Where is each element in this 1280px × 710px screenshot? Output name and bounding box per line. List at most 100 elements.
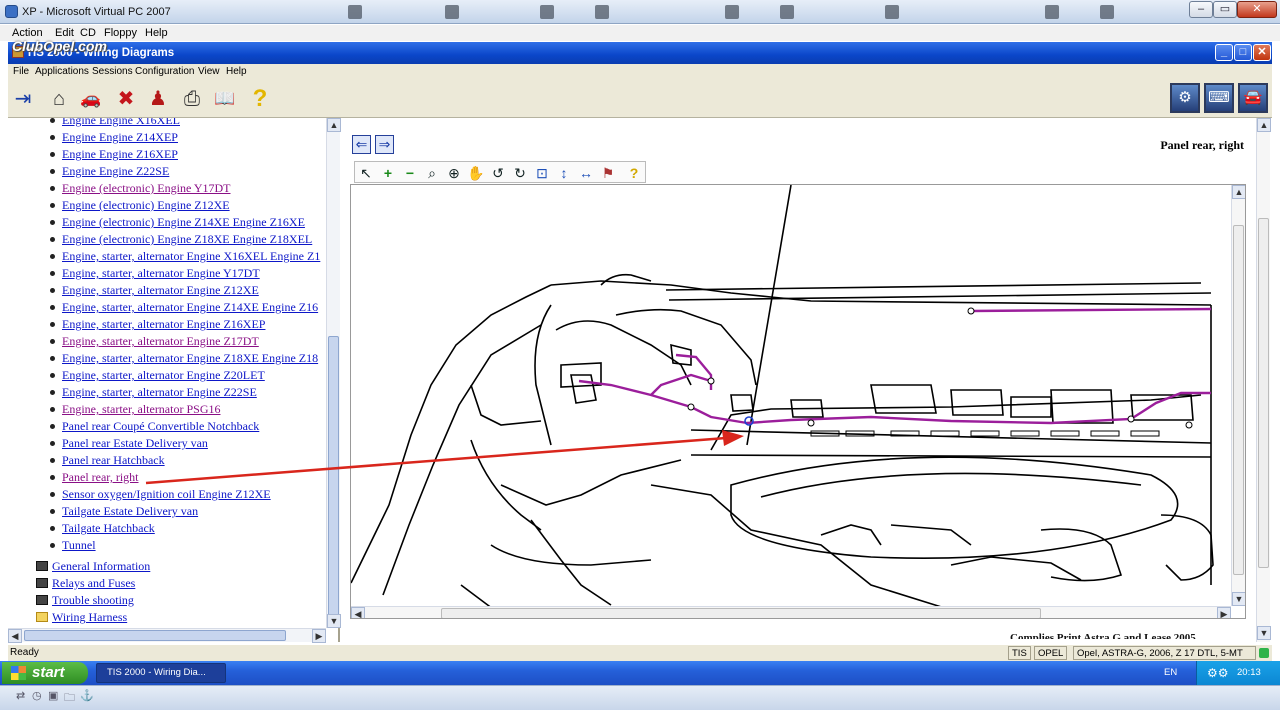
zoom-in-icon[interactable]: + bbox=[379, 164, 397, 182]
scroll-down-arrow[interactable]: ▼ bbox=[1232, 592, 1245, 606]
technical-info-icon[interactable]: ⌨ bbox=[1204, 83, 1234, 113]
app-menubar: File Applications Sessions Configuration… bbox=[8, 64, 1272, 80]
scroll-thumb[interactable] bbox=[441, 608, 1041, 618]
back-button[interactable]: ⇐ bbox=[352, 135, 371, 154]
scroll-left-arrow[interactable]: ◀ bbox=[8, 629, 22, 643]
usb-icon[interactable]: ⚓ bbox=[80, 689, 94, 702]
scroll-thumb[interactable] bbox=[1258, 218, 1269, 568]
language-indicator[interactable]: EN bbox=[1164, 667, 1177, 678]
menu-view[interactable]: View bbox=[198, 66, 220, 77]
scroll-thumb[interactable] bbox=[1233, 225, 1244, 575]
home-icon[interactable]: ⌂ bbox=[46, 86, 72, 112]
stop-icon[interactable]: ✖ bbox=[113, 86, 139, 112]
bullet-icon bbox=[50, 186, 55, 191]
canvas-horizontal-scrollbar[interactable]: ◀ ▶ bbox=[351, 606, 1231, 618]
bullet-icon bbox=[50, 254, 55, 259]
system-tray: ⚙⚙ 20:13 bbox=[1196, 661, 1280, 685]
vpc-minimize-button[interactable]: – bbox=[1189, 1, 1213, 18]
vpc-close-button[interactable]: ✕ bbox=[1237, 1, 1277, 18]
disk-icon[interactable]: ▣ bbox=[48, 689, 58, 702]
taskbar-blur-icon bbox=[595, 5, 609, 19]
manual-icon[interactable]: 📖 bbox=[212, 86, 238, 112]
virtual-pc-icon bbox=[5, 5, 18, 18]
clock-icon[interactable]: ◷ bbox=[32, 689, 42, 702]
scroll-thumb[interactable] bbox=[328, 336, 339, 618]
exit-icon[interactable]: ⇥ bbox=[10, 86, 36, 112]
scroll-down-arrow[interactable]: ▼ bbox=[327, 614, 341, 628]
fit-width-icon[interactable]: ↔ bbox=[577, 164, 595, 182]
bullet-icon bbox=[50, 526, 55, 531]
vehicle-info-icon[interactable]: 🚘 bbox=[1238, 83, 1268, 113]
person-icon[interactable]: ♟ bbox=[145, 86, 171, 112]
menu-configuration[interactable]: Configuration bbox=[135, 66, 194, 77]
diagram-help-icon[interactable]: ? bbox=[625, 164, 643, 182]
repair-info-icon[interactable]: ⚙ bbox=[1170, 83, 1200, 113]
app-maximize-button[interactable]: □ bbox=[1234, 44, 1252, 61]
zoom-area-icon[interactable]: ⊕ bbox=[445, 164, 463, 182]
taskbar-blur-icon bbox=[348, 5, 362, 19]
panel-vertical-scrollbar[interactable]: ▲ ▼ bbox=[1256, 118, 1271, 642]
wiring-diagram-tree: Engine Engine X16XEL Engine Engine Z14XE… bbox=[8, 118, 326, 628]
bullet-icon bbox=[50, 543, 55, 548]
bullet-icon bbox=[50, 373, 55, 378]
component-locate-icon[interactable]: ⚑ bbox=[599, 164, 617, 182]
scroll-up-arrow[interactable]: ▲ bbox=[1232, 185, 1245, 199]
canvas-vertical-scrollbar[interactable]: ▲ ▼ bbox=[1231, 185, 1245, 606]
tree-vertical-scrollbar[interactable]: ▲ ▼ bbox=[326, 118, 341, 628]
bullet-icon bbox=[50, 271, 55, 276]
vpc-menu-floppy[interactable]: Floppy bbox=[104, 27, 137, 39]
network-icon[interactable]: ⇄ bbox=[16, 689, 25, 702]
fit-height-icon[interactable]: ↕ bbox=[555, 164, 573, 182]
bullet-icon bbox=[50, 441, 55, 446]
tray-icons[interactable]: ⚙⚙ bbox=[1207, 666, 1229, 680]
vpc-menu-help[interactable]: Help bbox=[145, 27, 168, 39]
fit-page-icon[interactable]: ⊡ bbox=[533, 164, 551, 182]
vpc-window-title: XP - Microsoft Virtual PC 2007 bbox=[22, 6, 171, 18]
app-close-button[interactable]: ✕ bbox=[1253, 44, 1271, 61]
harness-connector-row bbox=[810, 430, 1160, 437]
status-pane-system: TIS bbox=[1008, 646, 1031, 660]
start-button[interactable]: start bbox=[2, 662, 88, 684]
scroll-left-arrow[interactable]: ◀ bbox=[351, 607, 365, 618]
rotate-right-icon[interactable]: ↻ bbox=[511, 164, 529, 182]
bullet-icon bbox=[50, 492, 55, 497]
scroll-right-arrow[interactable]: ▶ bbox=[312, 629, 326, 643]
taskbar-blur-icon bbox=[725, 5, 739, 19]
wiring-diagram-drawing bbox=[351, 185, 1214, 618]
print-icon[interactable]: ⎙ bbox=[179, 86, 205, 112]
tree-horizontal-scrollbar[interactable]: ◀ ▶ bbox=[8, 628, 326, 643]
vpc-status-bar: ⇄ ◷ ▣ 🗀 ⚓ bbox=[0, 685, 1280, 710]
vpc-menubar: Action Edit CD Floppy Help bbox=[0, 25, 1280, 41]
menu-file[interactable]: File bbox=[13, 66, 29, 77]
wiring-diagram-canvas[interactable]: ▲ ▼ ◀ ▶ bbox=[350, 184, 1246, 619]
vehicle-select-icon[interactable]: 🚗 bbox=[78, 86, 104, 112]
menu-applications[interactable]: Applications bbox=[35, 66, 89, 77]
shared-folder-icon[interactable]: 🗀 bbox=[64, 689, 75, 708]
status-pane-brand: OPEL bbox=[1034, 646, 1068, 660]
scroll-right-arrow[interactable]: ▶ bbox=[1217, 607, 1231, 618]
taskbar-blur-icon bbox=[1100, 5, 1114, 19]
zoom-icon[interactable]: ⌕ bbox=[423, 164, 441, 182]
scroll-up-arrow[interactable]: ▲ bbox=[1257, 118, 1271, 132]
bullet-icon bbox=[50, 458, 55, 463]
zoom-out-icon[interactable]: − bbox=[401, 164, 419, 182]
app-titlebar: TIS 2000 - Wiring Diagrams _ □ ✕ bbox=[8, 42, 1272, 64]
cluboopel-watermark-logo: ClubOpel.com bbox=[12, 38, 107, 54]
rotate-left-icon[interactable]: ↺ bbox=[489, 164, 507, 182]
forward-button[interactable]: ⇒ bbox=[375, 135, 394, 154]
bullet-icon bbox=[50, 322, 55, 327]
vpc-restore-button[interactable]: ▭ bbox=[1213, 1, 1237, 18]
bullet-icon bbox=[50, 169, 55, 174]
menu-help[interactable]: Help bbox=[226, 66, 247, 77]
scroll-up-arrow[interactable]: ▲ bbox=[327, 118, 341, 132]
help-icon[interactable]: ? bbox=[247, 86, 273, 112]
taskbar-item-tis[interactable]: TIS 2000 - Wiring Dia... bbox=[96, 663, 226, 683]
scroll-thumb[interactable] bbox=[24, 630, 286, 641]
app-minimize-button[interactable]: _ bbox=[1215, 44, 1233, 61]
bullet-icon bbox=[50, 424, 55, 429]
scroll-down-arrow[interactable]: ▼ bbox=[1257, 626, 1271, 640]
pointer-icon[interactable]: ↖ bbox=[357, 164, 375, 182]
pan-hand-icon[interactable]: ✋ bbox=[467, 164, 485, 182]
vpc-titlebar: XP - Microsoft Virtual PC 2007 – ▭ ✕ bbox=[0, 0, 1280, 24]
menu-sessions[interactable]: Sessions bbox=[92, 66, 133, 77]
